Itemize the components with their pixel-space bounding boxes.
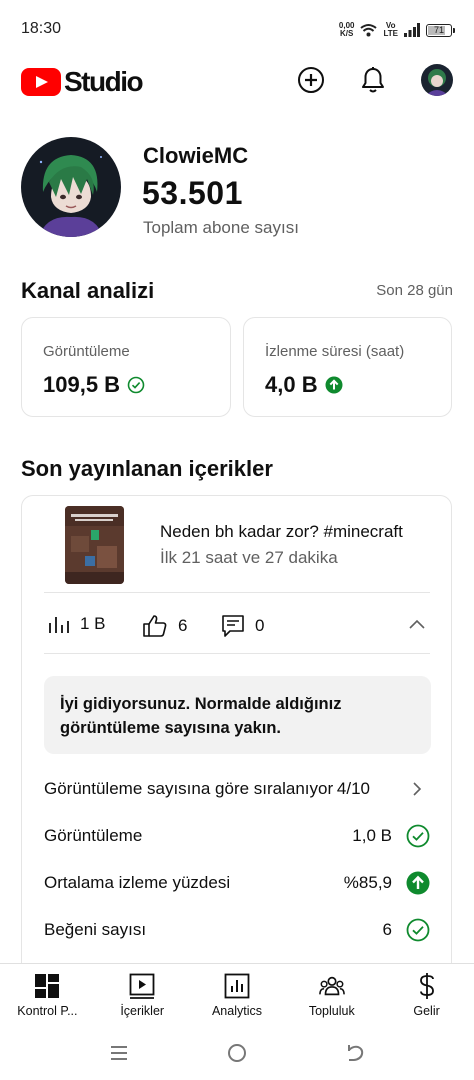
- youtube-studio-logo[interactable]: Studio: [21, 66, 144, 98]
- nav-label: Gelir: [413, 1004, 440, 1018]
- likes-row: Beğeni sayısı 6: [44, 916, 430, 946]
- thumbs-up-icon: [143, 615, 167, 637]
- collapse-button[interactable]: [407, 616, 427, 632]
- likes-stat: 6: [142, 614, 187, 638]
- video-thumbnail[interactable]: [65, 506, 124, 584]
- row-value: %85,9: [343, 873, 392, 892]
- bottom-navigation: Kontrol P... İçerikler Analytics Toplulu…: [0, 963, 474, 1025]
- arrow-up-circle-icon: [325, 376, 343, 394]
- signal-icon: [404, 23, 420, 37]
- create-icon: [298, 67, 324, 93]
- home-icon[interactable]: [226, 1042, 248, 1064]
- subscriber-label: Toplam abone sayısı: [143, 218, 299, 237]
- bell-icon: [362, 67, 384, 93]
- dashboard-icon: [35, 974, 60, 998]
- logo-text: Studio: [64, 66, 144, 97]
- row-label: Görüntüleme: [44, 826, 143, 845]
- avg-view-percentage-row: Ortalama izleme yüzdesi %85,9: [44, 869, 430, 899]
- network-speed: 0,00 K/S: [338, 21, 355, 38]
- status-bar: 18:30 0,00 K/S Vo LTE 71: [0, 0, 474, 58]
- metric-label: Görüntüleme: [43, 343, 130, 360]
- views-stat: 1 B: [48, 614, 106, 634]
- create-button[interactable]: [295, 64, 327, 96]
- views-card[interactable]: Görüntüleme 109,5 B: [21, 317, 231, 417]
- comment-icon: [222, 615, 244, 637]
- recent-content-card: Neden bh kadar zor? #minecraft İlk 21 sa…: [21, 495, 452, 965]
- volte-indicator: Vo LTE: [383, 21, 398, 38]
- status-time: 18:30: [21, 20, 62, 37]
- nav-earn[interactable]: Gelir: [379, 964, 474, 1025]
- battery-icon: 71: [426, 23, 455, 37]
- video-period: İlk 21 saat ve 27 dakika: [160, 548, 338, 567]
- row-value: 1,0 B: [352, 826, 392, 845]
- ranking-row[interactable]: Görüntüleme sayısına göre sıralanıyor 4/…: [44, 775, 430, 805]
- metric-value: 4,0 B: [265, 372, 343, 398]
- metric-label: İzlenme süresi (saat): [265, 343, 405, 360]
- analytics-title: Kanal analizi: [21, 278, 155, 303]
- check-circle-icon: [127, 376, 145, 394]
- check-circle-icon: [406, 918, 430, 942]
- dollar-icon: [419, 973, 434, 999]
- row-label: Beğeni sayısı: [44, 920, 147, 939]
- arrow-up-circle-icon: [406, 871, 430, 895]
- nav-label: Topluluk: [308, 1004, 355, 1018]
- notifications-button[interactable]: [357, 64, 389, 96]
- community-icon: [318, 976, 345, 996]
- row-value: 4/10: [336, 779, 370, 798]
- divider: [44, 653, 430, 654]
- performance-insight: İyi gidiyorsunuz. Normalde aldığınız gör…: [44, 676, 431, 754]
- app-header: Studio: [0, 58, 474, 104]
- recent-content-title: Son yayınlanan içerikler: [21, 456, 273, 481]
- nav-content[interactable]: İçerikler: [95, 964, 190, 1025]
- content-icon: [129, 973, 155, 999]
- row-label: Görüntüleme sayısına göre sıralanıyor: [44, 779, 334, 798]
- system-navigation: [0, 1025, 474, 1080]
- views-row: Görüntüleme 1,0 B: [44, 822, 430, 852]
- youtube-play-icon: [21, 68, 61, 96]
- check-circle-icon: [406, 824, 430, 848]
- channel-name: ClowieMC: [143, 143, 249, 168]
- row-label: Ortalama izleme yüzdesi: [44, 873, 231, 892]
- chevron-right-icon: [413, 782, 422, 796]
- watch-time-card[interactable]: İzlenme süresi (saat) 4,0 B: [243, 317, 452, 417]
- back-icon[interactable]: [344, 1042, 366, 1064]
- divider: [44, 592, 430, 593]
- nav-label: Analytics: [211, 1004, 262, 1018]
- menu-icon[interactable]: [108, 1042, 130, 1064]
- video-title[interactable]: Neden bh kadar zor? #minecraft: [160, 522, 440, 542]
- row-value: 6: [382, 920, 392, 939]
- nav-community[interactable]: Topluluk: [284, 964, 379, 1025]
- subscriber-count: 53.501: [142, 175, 243, 211]
- wifi-icon: [360, 24, 378, 37]
- nav-label: Kontrol P...: [17, 1004, 78, 1018]
- nav-label: İçerikler: [120, 1004, 165, 1018]
- channel-summary: ClowieMC 53.501 Toplam abone sayısı: [21, 137, 453, 237]
- account-avatar[interactable]: [421, 64, 453, 96]
- analytics-icon: [224, 973, 250, 999]
- comments-stat: 0: [221, 614, 264, 638]
- bar-chart-icon: [49, 617, 69, 633]
- analytics-period[interactable]: Son 28 gün: [376, 282, 453, 299]
- status-icons: 0,00 K/S Vo LTE 71: [338, 20, 455, 40]
- metric-value: 109,5 B: [43, 372, 145, 398]
- nav-analytics[interactable]: Analytics: [190, 964, 285, 1025]
- chevron-up-icon: [409, 619, 425, 629]
- channel-avatar[interactable]: [21, 137, 121, 237]
- nav-dashboard[interactable]: Kontrol P...: [0, 964, 95, 1025]
